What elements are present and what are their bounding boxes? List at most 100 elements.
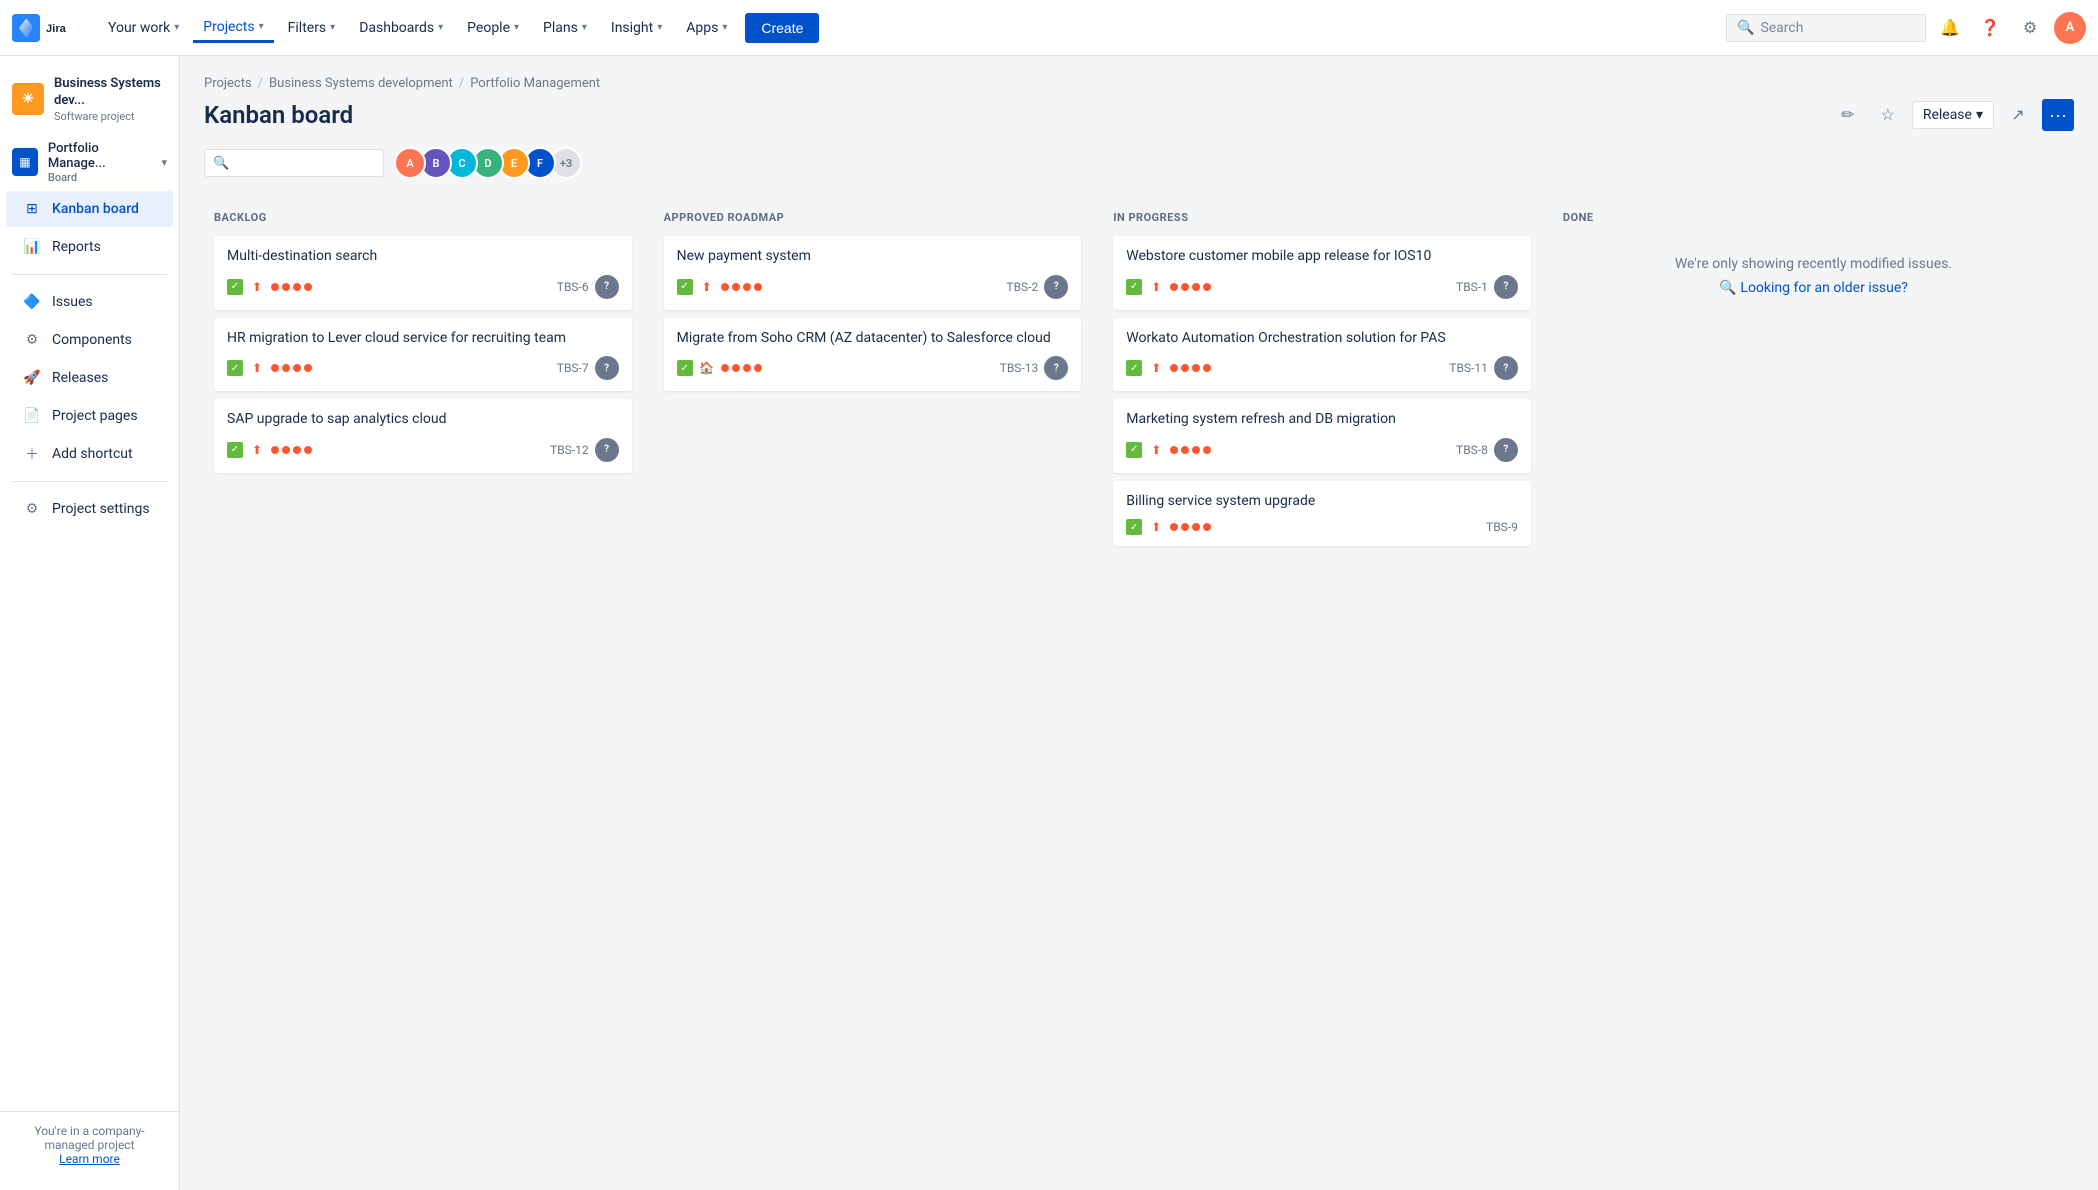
sidebar-item-issues[interactable]: 🔷 Issues: [6, 284, 173, 320]
card-dots: [1170, 283, 1211, 291]
story-icon: ✓: [227, 279, 243, 295]
breadcrumb-projects[interactable]: Projects: [204, 76, 252, 91]
card-tbs-2-avatar: ?: [1044, 275, 1068, 299]
card-tbs-1-avatar: ?: [1494, 275, 1518, 299]
nav-apps[interactable]: Apps ▾: [676, 14, 737, 42]
breadcrumb: Projects / Business Systems development …: [204, 76, 2074, 91]
sidebar-item-kanban-board[interactable]: ⊞ Kanban board: [6, 191, 173, 227]
apps-chevron: ▾: [722, 22, 727, 33]
card-tbs-6-title: Multi-destination search: [227, 247, 619, 267]
card-tbs-9[interactable]: Billing service system upgrade ✓ ⬆ TBS-9: [1113, 481, 1531, 547]
card-dots: [721, 364, 762, 372]
card-dots: [721, 283, 762, 291]
sidebar-item-project-settings[interactable]: ⚙ Project settings: [6, 491, 173, 527]
story-icon: ✓: [227, 442, 243, 458]
card-tbs-6-avatar: ?: [595, 275, 619, 299]
card-tbs-12[interactable]: SAP upgrade to sap analytics cloud ✓ ⬆ T…: [214, 399, 632, 473]
jira-logo[interactable]: Jira: [12, 14, 86, 42]
svg-text:Jira: Jira: [46, 23, 67, 35]
release-label: Release: [1923, 107, 1972, 123]
priority-icon: ⬆: [1148, 279, 1164, 295]
search-older-icon: 🔍: [1719, 280, 1736, 296]
nav-filters[interactable]: Filters ▾: [278, 14, 346, 42]
priority-icon: ⬆: [1148, 360, 1164, 376]
filter-bar: 🔍 A B C D E F +3: [204, 147, 2074, 179]
sidebar-project2-header[interactable]: ▦ Portfolio Manage... Board ▾: [0, 135, 179, 190]
nav-insight[interactable]: Insight ▾: [601, 14, 672, 42]
settings-button[interactable]: ⚙: [2014, 12, 2046, 44]
project1-type: Software project: [54, 110, 167, 123]
story-icon: ✓: [1126, 360, 1142, 376]
card-tbs-7-title: HR migration to Lever cloud service for …: [227, 329, 619, 349]
card-tbs-1[interactable]: Webstore customer mobile app release for…: [1113, 236, 1531, 310]
nav-dashboards[interactable]: Dashboards ▾: [349, 14, 453, 42]
create-button[interactable]: Create: [745, 13, 819, 43]
card-tbs-6-id: TBS-6: [557, 280, 589, 294]
projects-chevron: ▾: [259, 21, 264, 32]
topnav-right-area: 🔍 Search 🔔 ❓ ⚙ A: [1726, 12, 2086, 44]
done-header: DONE: [1563, 209, 2064, 226]
filter-search-icon: 🔍: [213, 156, 229, 171]
filter-search-box[interactable]: 🔍: [204, 149, 384, 177]
card-tbs-9-id: TBS-9: [1486, 520, 1518, 534]
insight-chevron: ▾: [657, 22, 662, 33]
done-empty-text: We're only showing recently modified iss…: [1583, 256, 2044, 272]
in-progress-header: IN PROGRESS: [1113, 209, 1531, 226]
add-shortcut-icon: ＋: [22, 444, 42, 464]
card-tbs-7-avatar: ?: [595, 356, 619, 380]
priority-icon: ⬆: [1148, 519, 1164, 535]
learn-more-link[interactable]: Learn more: [59, 1152, 120, 1166]
share-button[interactable]: ↗: [2002, 99, 2034, 131]
card-tbs-8[interactable]: Marketing system refresh and DB migratio…: [1113, 399, 1531, 473]
avatar-1[interactable]: A: [394, 147, 426, 179]
more-options-button[interactable]: ···: [2042, 99, 2074, 131]
card-tbs-13-title: Migrate from Soho CRM (AZ datacenter) to…: [677, 329, 1069, 349]
story-icon: ✓: [1126, 442, 1142, 458]
notifications-button[interactable]: 🔔: [1934, 12, 1966, 44]
column-backlog: BACKLOG Multi-destination search ✓ ⬆ TBS…: [204, 199, 642, 491]
sidebar-item-reports[interactable]: 📊 Reports: [6, 229, 173, 265]
sidebar-item-add-shortcut[interactable]: ＋ Add shortcut: [6, 436, 173, 472]
nav-plans[interactable]: Plans ▾: [533, 14, 597, 42]
column-done: DONE We're only showing recently modifie…: [1553, 199, 2074, 326]
sidebar-project1-header[interactable]: ☀ Business Systems dev... Software proje…: [0, 68, 179, 131]
card-tbs-6[interactable]: Multi-destination search ✓ ⬆ TBS-6 ?: [214, 236, 632, 310]
story-icon: ✓: [677, 360, 693, 376]
story-icon: ✓: [677, 279, 693, 295]
reports-label: Reports: [52, 239, 101, 255]
sidebar-item-releases[interactable]: 🚀 Releases: [6, 360, 173, 396]
card-tbs-7[interactable]: HR migration to Lever cloud service for …: [214, 318, 632, 392]
card-tbs-12-avatar: ?: [595, 438, 619, 462]
kanban-board-label: Kanban board: [52, 201, 139, 217]
nav-projects[interactable]: Projects ▾: [193, 13, 273, 43]
release-button[interactable]: Release ▾: [1912, 101, 1994, 129]
sidebar-item-project-pages[interactable]: 📄 Project pages: [6, 398, 173, 434]
breadcrumb-business-systems[interactable]: Business Systems development: [269, 76, 453, 91]
components-label: Components: [52, 332, 132, 348]
project1-name: Business Systems dev...: [54, 76, 167, 110]
project2-name: Portfolio Manage... Board: [48, 141, 152, 184]
project2-icon: ▦: [12, 148, 38, 176]
card-dots: [1170, 364, 1211, 372]
card-tbs-13[interactable]: Migrate from Soho CRM (AZ datacenter) to…: [664, 318, 1082, 392]
card-tbs-11-id: TBS-11: [1449, 361, 1488, 375]
dashboards-chevron: ▾: [438, 22, 443, 33]
search-box[interactable]: 🔍 Search: [1726, 14, 1926, 42]
edit-board-button[interactable]: ✏: [1832, 99, 1864, 131]
backlog-header: BACKLOG: [214, 209, 632, 226]
user-avatar[interactable]: A: [2054, 12, 2086, 44]
nav-people[interactable]: People ▾: [457, 14, 529, 42]
card-tbs-2-title: New payment system: [677, 247, 1069, 267]
help-button[interactable]: ❓: [1974, 12, 2006, 44]
star-button[interactable]: ☆: [1872, 99, 1904, 131]
card-tbs-2[interactable]: New payment system ✓ ⬆ TBS-2 ?: [664, 236, 1082, 310]
card-dots: [271, 446, 312, 454]
nav-your-work[interactable]: Your work ▾: [98, 14, 189, 42]
older-issue-link[interactable]: 🔍 Looking for an older issue?: [1583, 280, 2044, 296]
filter-search-input[interactable]: [233, 155, 353, 171]
sidebar-item-components[interactable]: ⚙ Components: [6, 322, 173, 358]
release-chevron: ▾: [1976, 107, 1983, 123]
card-tbs-11[interactable]: Workato Automation Orchestration solutio…: [1113, 318, 1531, 392]
header-actions: ✏ ☆ Release ▾ ↗ ···: [1832, 99, 2074, 131]
breadcrumb-portfolio-management[interactable]: Portfolio Management: [470, 76, 600, 91]
